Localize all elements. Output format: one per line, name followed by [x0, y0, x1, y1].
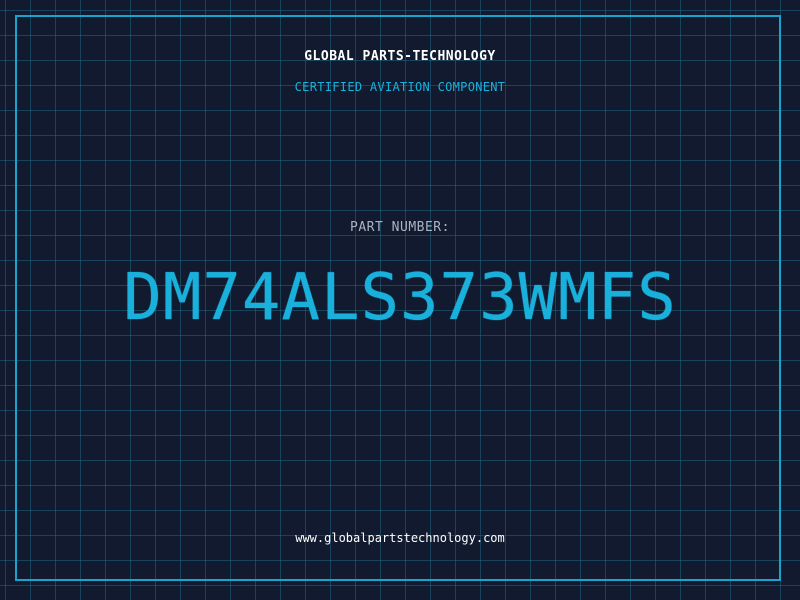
certificate-card: GLOBAL PARTS-TECHNOLOGY CERTIFIED AVIATI… — [0, 0, 800, 600]
part-number-value: DM74ALS373WMFS — [123, 261, 677, 335]
company-name: GLOBAL PARTS-TECHNOLOGY — [304, 49, 496, 64]
website-url: www.globalpartstechnology.com — [295, 531, 505, 545]
part-number-label: PART NUMBER: — [350, 220, 450, 235]
certification-subtitle: CERTIFIED AVIATION COMPONENT — [294, 80, 506, 94]
